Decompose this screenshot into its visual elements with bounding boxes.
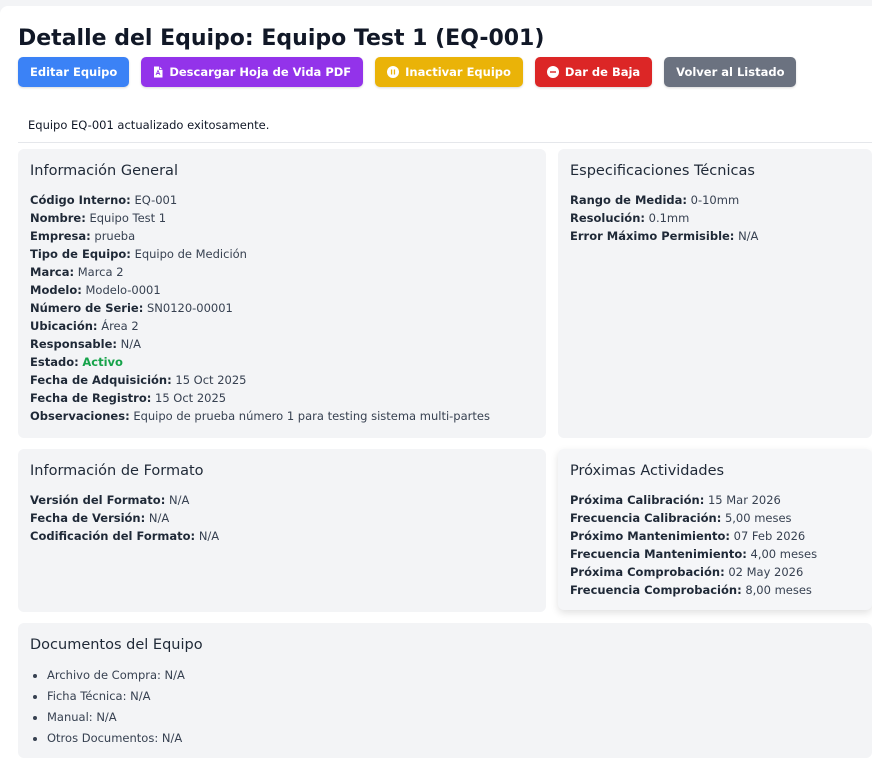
list-item: Archivo de Compra: N/A [47,665,860,686]
field-internal-code: Código Interno: EQ-001 [30,193,178,207]
edit-equipment-label: Editar Equipo [30,65,118,79]
documents-list: Archivo de Compra: N/A Ficha Técnica: N/… [30,665,860,749]
technical-specs-title: Especificaciones Técnicas [570,163,755,179]
deactivate-equipment-button[interactable]: Inactivar Equipo [375,57,523,87]
technical-specs-card: Especificaciones Técnicas Rango de Medid… [558,149,872,438]
field-status: Estado: Activo [30,355,123,369]
success-message: Equipo EQ-001 actualizado exitosamente. [18,109,872,143]
download-pdf-label: Descargar Hoja de Vida PDF [169,65,352,79]
back-to-list-button[interactable]: Volver al Listado [664,57,797,87]
field-measurement-range: Rango de Medida: 0-10mm [570,193,740,207]
field-location: Ubicación: Área 2 [30,319,139,333]
list-item: Ficha Técnica: N/A [47,686,860,707]
field-model: Modelo: Modelo-0001 [30,283,161,297]
upcoming-activities-title: Próximas Actividades [570,463,725,479]
field-maintenance-frequency: Frecuencia Mantenimiento: 4,00 meses [570,547,818,561]
pause-circle-icon [387,66,400,78]
field-resolution: Resolución: 0.1mm [570,211,690,225]
field-next-maintenance: Próximo Mantenimiento: 07 Feb 2026 [570,529,806,543]
field-format-code: Codificación del Formato: N/A [30,529,220,543]
format-info-card: Información de Formato Versión del Forma… [18,449,546,612]
field-version-date: Fecha de Versión: N/A [30,511,170,525]
general-info-card: Información General Código Interno: EQ-0… [18,149,546,438]
equipment-documents-card: Documentos del Equipo Archivo de Compra:… [18,623,872,758]
decommission-button[interactable]: Dar de Baja [534,57,653,87]
field-next-calibration: Próxima Calibración: 15 Mar 2026 [570,493,781,507]
field-calibration-frequency: Frecuencia Calibración: 5,00 meses [570,511,792,525]
minus-circle-icon [546,66,559,78]
edit-equipment-button[interactable]: Editar Equipo [18,57,130,87]
page-container: Detalle del Equipo: Equipo Test 1 (EQ-00… [0,6,872,772]
field-serial-number: Número de Serie: SN0120-00001 [30,301,233,315]
field-brand: Marca: Marca 2 [30,265,124,279]
format-info-title: Información de Formato [30,463,204,479]
field-format-version: Versión del Formato: N/A [30,493,190,507]
field-next-verification: Próxima Comprobación: 02 May 2026 [570,565,804,579]
field-acquisition-date: Fecha de Adquisición: 15 Oct 2025 [30,373,247,387]
list-item: Otros Documentos: N/A [47,728,860,749]
list-item: Manual: N/A [47,707,860,728]
action-bar: Editar Equipo Descargar Hoja de Vida PDF [18,57,797,87]
equipment-documents-title: Documentos del Equipo [30,637,203,653]
back-to-list-label: Volver al Listado [676,65,785,79]
field-equipment-type: Tipo de Equipo: Equipo de Medición [30,247,247,261]
pdf-file-icon [153,66,163,78]
field-name: Nombre: Equipo Test 1 [30,211,167,225]
success-message-text: Equipo EQ-001 actualizado exitosamente. [28,118,270,132]
page-title: Detalle del Equipo: Equipo Test 1 (EQ-00… [18,26,545,51]
field-registration-date: Fecha de Registro: 15 Oct 2025 [30,391,227,405]
status-badge: Activo [82,355,123,369]
general-info-title: Información General [30,163,178,179]
general-info-fields: Código Interno: EQ-001 Nombre: Equipo Te… [30,191,534,425]
upcoming-activities-card: Próximas Actividades Próxima Calibración… [558,449,872,610]
deactivate-equipment-label: Inactivar Equipo [405,65,511,79]
field-verification-frequency: Frecuencia Comprobación: 8,00 meses [570,583,812,597]
field-company: Empresa: prueba [30,229,136,243]
field-responsible: Responsable: N/A [30,337,142,351]
field-observations: Observaciones: Equipo de prueba número 1… [30,409,490,423]
field-max-error: Error Máximo Permisible: N/A [570,229,759,243]
decommission-label: Dar de Baja [564,65,641,79]
download-pdf-button[interactable]: Descargar Hoja de Vida PDF [141,57,364,87]
